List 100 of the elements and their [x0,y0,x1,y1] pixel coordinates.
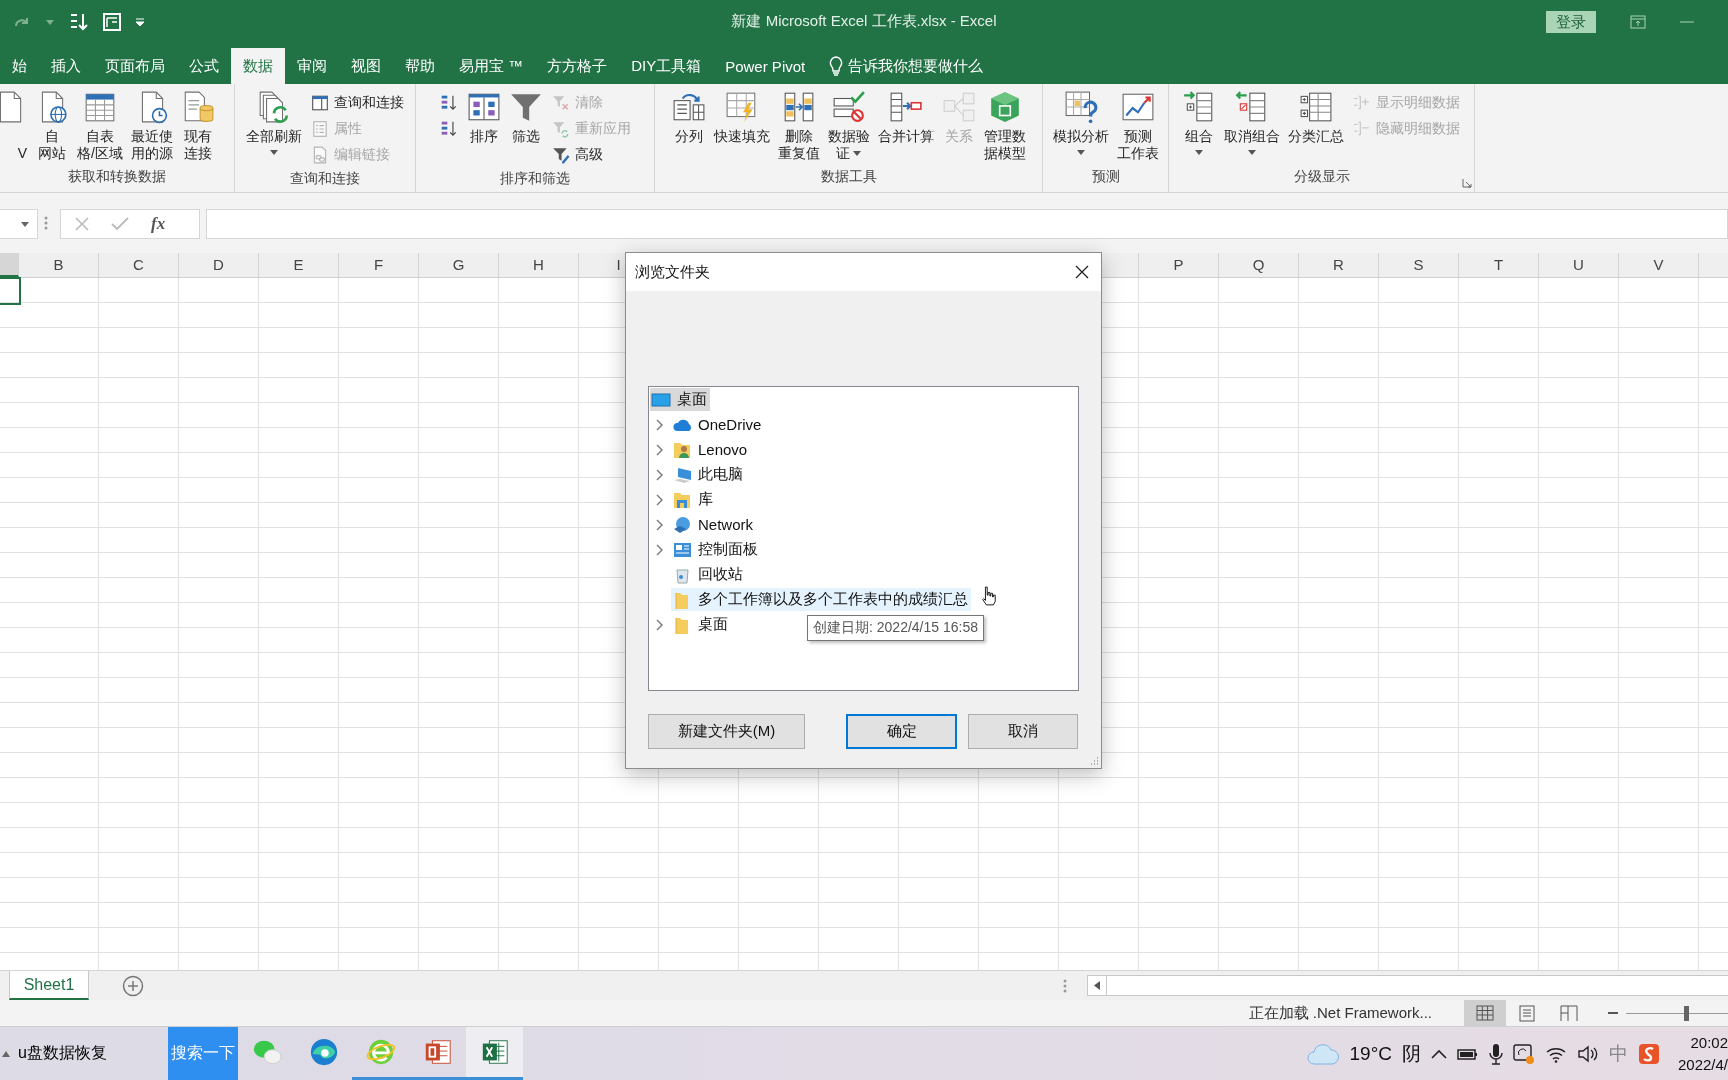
ribbon-tab[interactable]: 插入 [39,48,93,84]
ribbon-tab[interactable]: 视图 [339,48,393,84]
ribbon-tab[interactable]: 方方格子 [535,48,620,84]
column-header: D [179,253,259,277]
column-header: H [499,253,579,277]
advanced-filter-icon [551,146,570,164]
expand-chevron-icon[interactable] [656,418,664,431]
tell-me-search[interactable]: 告诉我你想要做什么 [817,48,996,84]
expand-chevron-icon[interactable] [656,618,664,631]
add-sheet-icon[interactable] [122,974,144,997]
ribbon-tab[interactable]: 数据 [231,48,285,84]
expand-chevron-icon[interactable] [656,493,664,506]
lightbulb-icon [829,56,844,76]
column-header: C [99,253,179,277]
column-header: U [1539,253,1619,277]
ribbon-button[interactable]: 高级 [548,142,634,168]
volume-icon[interactable] [1576,1044,1599,1063]
ribbon-button[interactable]: 最近使 用的源 [128,90,175,162]
close-icon[interactable] [1075,265,1089,279]
expand-chevron-icon[interactable] [656,468,664,481]
selected-cell [0,277,21,305]
input-app-icon[interactable] [1637,1042,1660,1065]
sync-app-icon[interactable] [1512,1042,1535,1065]
ribbon-button[interactable]: 筛选 [506,90,545,145]
tree-item[interactable]: OneDrive [671,413,765,436]
group-label: 预测 [1091,167,1120,186]
browser-wave-icon [308,1037,339,1067]
enter-check-icon[interactable] [111,217,129,231]
ribbon-button[interactable]: 现有 连接 [178,90,217,162]
horizontal-scrollbar[interactable] [1087,975,1728,996]
dialog-launcher-icon[interactable] [1462,178,1472,188]
temperature: 19°C [1349,1042,1392,1065]
folder-tree[interactable]: 桌面 OneDrive Lenovo 此电脑 库 Network 控制面板 回收站 多个工作簿以及多个工作表中的成绩汇总 桌面 创建日期: 2022/4/15 16:58 [648,386,1079,691]
column-header: P [1139,253,1219,277]
chevron-up-icon[interactable] [1430,1048,1447,1059]
battery-icon[interactable] [1456,1046,1479,1061]
tree-item[interactable]: 此电脑 [671,463,746,486]
group-label: 排序和筛选 [500,169,570,188]
group-label: 分级显示 [1293,167,1350,186]
hand-cursor-icon [981,585,997,607]
view-button[interactable] [1464,999,1506,1027]
ribbon-button[interactable]: 自 网站 [33,90,72,162]
ribbon-tab[interactable]: 易用宝 ™ [447,48,536,84]
ribbon-button[interactable]: 管理数 据模型 [981,90,1028,162]
form-icon[interactable] [102,12,122,32]
clock-date: 2022/4/ [1677,1054,1728,1075]
ribbon-button[interactable]: 查询和连接 [307,90,407,116]
tooltip: 创建日期: 2022/4/15 16:58 [807,615,984,641]
ribbon-button[interactable]: 分列 [669,90,708,145]
dropdown-caret-icon [46,19,54,25]
ribbon-button[interactable]: 分类汇总 [1286,90,1346,145]
microphone-icon[interactable] [1488,1042,1503,1065]
ribbon-tab[interactable]: 公式 [177,48,231,84]
tree-item[interactable]: Lenovo [671,438,751,461]
formula-input[interactable] [206,209,1728,239]
group-label: 查询和连接 [290,169,360,188]
expand-chevron-icon[interactable] [656,543,664,556]
scroll-left-icon[interactable] [1094,981,1100,990]
sort-descending-icon[interactable] [68,12,88,32]
group-label: 获取和转换数据 [68,167,166,186]
ribbon-tab[interactable]: 页面布局 [93,48,177,84]
ribbon-tab[interactable]: 帮助 [393,48,447,84]
tree-item[interactable]: Network [671,513,756,536]
sheet-tab[interactable]: Sheet1 [9,971,89,1000]
ribbon-button[interactable]: 预测 工作表 [1114,90,1161,162]
ribbon-tab[interactable]: Power Pivot [713,48,818,84]
consolidate-icon [888,90,923,124]
ribbon-display-icon[interactable] [1630,15,1646,29]
ribbon-button[interactable]: 组合 [1180,90,1218,159]
ribbon-button[interactable]: 取消组合 [1222,90,1282,159]
ribbon-tab[interactable]: 始 [0,48,39,84]
ribbon-tab[interactable]: DIY工具箱 [619,48,714,84]
sign-in-button[interactable]: 登录 [1546,11,1596,33]
tree-item[interactable]: 桌面 [671,613,731,636]
dialog-button[interactable]: 确定 [846,714,957,749]
tree-item[interactable]: 库 [671,488,716,511]
tree-item[interactable]: 桌面 [650,388,710,411]
ribbon-button[interactable]: 合并计算 [875,90,936,145]
ribbon-button[interactable]: 全部刷新 [243,90,304,159]
sort-descending-icon [439,120,458,138]
tree-item[interactable]: 回收站 [671,563,746,586]
dialog-button[interactable]: 取消 [968,714,1078,749]
tree-item[interactable]: 多个工作簿以及多个工作表中的成绩汇总 [671,588,971,611]
expand-chevron-icon[interactable] [656,443,664,456]
tree-item[interactable]: 控制面板 [671,538,761,561]
ribbon-button[interactable]: 快速填充 [711,90,772,145]
expand-chevron-icon[interactable] [656,518,664,531]
taskbar-pinned-item[interactable]: u盘数据恢复 [0,1027,168,1080]
ribbon-button[interactable]: 删除 重复值 [775,90,822,162]
insert-function-button[interactable]: fx [151,214,166,234]
dialog-button[interactable]: 新建文件夹(M) [648,714,805,749]
ribbon-button[interactable]: 模拟分析 [1050,90,1111,159]
ribbon-button[interactable]: 排序 [464,90,503,145]
customize-caret-icon[interactable] [136,18,144,26]
ribbon-tab[interactable]: 审阅 [285,48,339,84]
ribbon-button[interactable]: 自表 格/区域 [75,90,125,162]
network-icon [672,514,692,535]
ribbon-button[interactable]: 数据验 证 [825,90,872,162]
taskbar-app[interactable] [466,1027,523,1080]
ribbon-button[interactable]: V [0,90,30,162]
